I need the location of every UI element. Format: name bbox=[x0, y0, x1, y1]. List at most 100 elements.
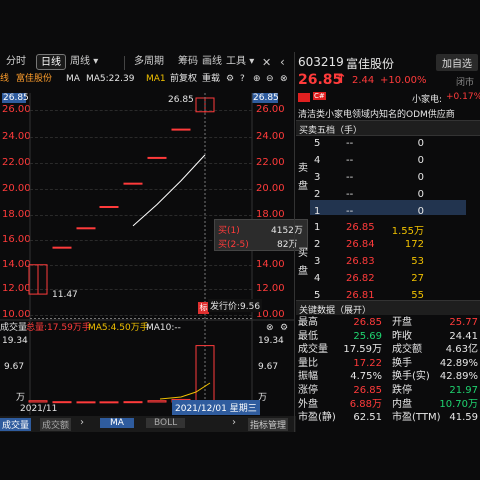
bottom-tab-ma[interactable]: MA bbox=[100, 418, 134, 428]
candle-body bbox=[123, 182, 143, 185]
level-number: 5 bbox=[314, 138, 321, 149]
level-price: -- bbox=[346, 172, 354, 183]
key-label: 量比 bbox=[298, 357, 318, 369]
price-chart[interactable] bbox=[0, 0, 296, 420]
key-value: 42.89% bbox=[439, 371, 478, 383]
volume-bar bbox=[147, 400, 167, 403]
bottom-tab-indicator[interactable]: 指标管理 bbox=[248, 418, 289, 431]
level-number: 3 bbox=[314, 256, 321, 267]
key-value: 25.77 bbox=[449, 317, 478, 328]
volume-axis-mid-right: 9.67 bbox=[258, 362, 279, 372]
level-number: 1 bbox=[314, 206, 321, 217]
orderbook-row-sells[interactable]: 5 -- 0 bbox=[298, 138, 476, 155]
china-flag-icon bbox=[298, 93, 310, 102]
volume-title: 成交量 bbox=[0, 323, 28, 333]
level-number: 4 bbox=[314, 273, 321, 284]
issue-price-label: 发行价:9.56 bbox=[208, 299, 263, 312]
volume-bar bbox=[28, 400, 48, 403]
stock-name: 富佳股份 bbox=[346, 57, 395, 71]
volume-bar bbox=[123, 401, 143, 404]
candle-body bbox=[52, 246, 72, 249]
close-icon[interactable]: ⊗ bbox=[266, 322, 274, 334]
market-status: 闭市 bbox=[456, 78, 475, 88]
stock-change: 2.44 bbox=[352, 75, 375, 86]
orderbook-row-buys[interactable]: 4 26.82 27 bbox=[298, 273, 476, 290]
level-volume: 53 bbox=[411, 256, 424, 267]
chevron-right-icon[interactable]: › bbox=[232, 417, 236, 428]
key-value: 25.69 bbox=[353, 330, 382, 342]
candle-body bbox=[76, 227, 96, 230]
orderbook-row-sells[interactable]: 1 -- 0 bbox=[298, 206, 476, 223]
candle-body bbox=[147, 156, 167, 159]
key-label: 跌停 bbox=[392, 385, 412, 396]
level-number: 4 bbox=[314, 155, 321, 166]
key-value: 26.85 bbox=[353, 385, 382, 396]
key-label: 成交量 bbox=[298, 344, 328, 356]
level-price: -- bbox=[346, 206, 354, 217]
orderbook-row-buys[interactable]: 1 26.85 1.55万 bbox=[298, 222, 476, 239]
level-volume: 0 bbox=[417, 189, 424, 200]
level-volume: 0 bbox=[417, 206, 424, 217]
key-value: 41.59 bbox=[449, 412, 478, 424]
key-label: 最低 bbox=[298, 330, 318, 342]
key-value: 10.70万 bbox=[439, 398, 478, 410]
keydata-row: 振幅 4.75% 换手(实) 42.89% bbox=[298, 370, 480, 384]
keydata-row: 最高 26.85 开盘 25.77 bbox=[298, 316, 480, 330]
bottom-tab-bar: 成交量 成交额 › MA BOLL › 指标管理 bbox=[0, 416, 296, 432]
volume-bar bbox=[76, 401, 96, 404]
keydata-header[interactable]: 关键数据（展开） bbox=[296, 300, 480, 316]
sector-pct: +0.17% bbox=[446, 92, 480, 102]
volume-bar bbox=[99, 401, 119, 404]
volume-axis-unit: 万 bbox=[16, 393, 26, 403]
company-description: 清洁类小家电领域内知名的ODM供应商 bbox=[298, 110, 455, 120]
level-price: -- bbox=[346, 138, 354, 149]
low-annotation: 11.47 bbox=[52, 290, 78, 300]
key-value: 62.51 bbox=[353, 412, 382, 424]
buy2-label: 买(2-5) bbox=[218, 240, 249, 250]
level-number: 1 bbox=[314, 222, 321, 233]
chevron-right-icon[interactable]: › bbox=[80, 417, 84, 428]
keydata-row: 涨停 26.85 跌停 21.97 bbox=[298, 384, 480, 398]
key-value: 21.97 bbox=[449, 385, 478, 396]
level-price: 26.84 bbox=[346, 239, 375, 250]
level-number: 2 bbox=[314, 239, 321, 250]
candle-body bbox=[171, 128, 191, 131]
key-value: 17.59万 bbox=[343, 344, 382, 356]
level-volume: 172 bbox=[404, 239, 424, 250]
orderbook-row-sells[interactable]: 2 -- 0 bbox=[298, 189, 476, 206]
key-value: 4.63亿 bbox=[445, 344, 478, 356]
orderbook-row-buys[interactable]: 2 26.84 172 bbox=[298, 239, 476, 256]
orderbook-header[interactable]: 买卖五档（手） bbox=[296, 120, 480, 136]
key-label: 最高 bbox=[298, 317, 318, 328]
add-watchlist-button[interactable]: 加自选 bbox=[436, 54, 478, 71]
keydata-title: 关键数据（展开） bbox=[299, 306, 372, 316]
key-value: 42.89% bbox=[439, 357, 478, 369]
volume-axis-mid: 9.67 bbox=[4, 362, 25, 372]
level-volume: 1.55万 bbox=[391, 226, 424, 237]
volume-ma10: MA10:-- bbox=[146, 323, 181, 333]
volume-axis-top-right: 19.34 bbox=[258, 336, 284, 346]
key-value: 24.41 bbox=[449, 330, 478, 342]
settings-icon[interactable]: ⚙ bbox=[280, 322, 288, 334]
key-label: 涨停 bbox=[298, 385, 318, 396]
stock-change-pct: +10.00% bbox=[380, 75, 427, 86]
sector-label[interactable]: 小家电: bbox=[412, 92, 442, 105]
key-label: 开盘 bbox=[392, 317, 412, 328]
level-price: 26.82 bbox=[346, 273, 375, 284]
key-label: 外盘 bbox=[298, 398, 318, 410]
bottom-tab-amount[interactable]: 成交额 bbox=[40, 418, 72, 431]
orderbook-row-sells[interactable]: 4 -- 0 bbox=[298, 155, 476, 172]
up-arrow-icon: ↑ bbox=[336, 72, 347, 87]
level-price: 26.85 bbox=[346, 222, 375, 233]
bottom-tab-volume[interactable]: 成交量 bbox=[0, 418, 32, 431]
level-volume: 0 bbox=[417, 172, 424, 183]
key-label: 振幅 bbox=[298, 371, 318, 383]
key-label: 市盈(静) bbox=[298, 412, 336, 424]
level-price: -- bbox=[346, 189, 354, 200]
volume-header: 成交量 总量:17.59万手 MA5:4.50万手 MA10:-- ⊗ ⚙ bbox=[0, 322, 294, 334]
high-annotation: 26.85 bbox=[168, 95, 194, 105]
level-volume: 0 bbox=[417, 155, 424, 166]
bottom-tab-boll[interactable]: BOLL bbox=[146, 418, 186, 428]
orderbook-row-buys[interactable]: 3 26.83 53 bbox=[298, 256, 476, 273]
orderbook-row-sells[interactable]: 3 -- 0 bbox=[298, 172, 476, 189]
